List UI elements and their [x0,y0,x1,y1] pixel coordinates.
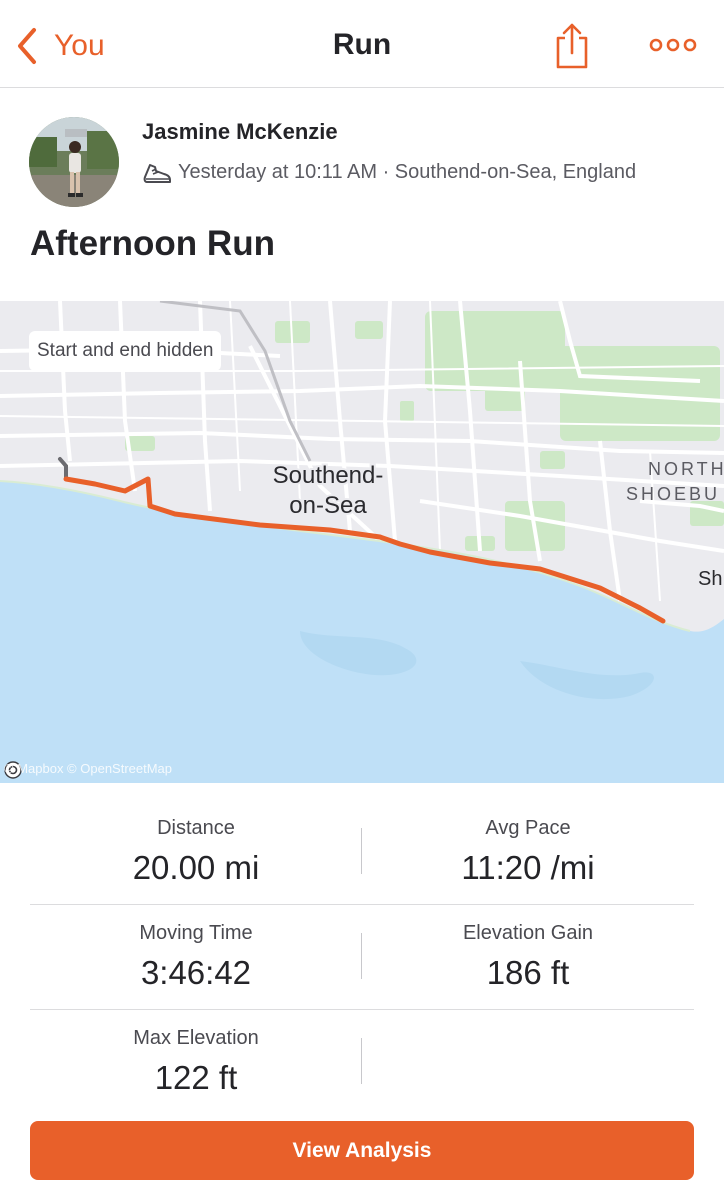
running-shoe-icon [143,164,171,183]
more-icon[interactable] [648,30,698,60]
stat-label: Avg Pace [485,817,571,839]
stat-value: 3:46:42 [140,954,252,991]
stats-panel: Distance 20.00 mi Avg Pace 11:20 /mi Mov… [30,800,694,1115]
activity-meta: Yesterday at 10:11 AM · Southend-on-Sea,… [142,157,636,187]
stats-row: Moving Time 3:46:42 Elevation Gain 186 f… [30,905,694,1010]
route-map[interactable]: Start and end hidden Southend- on-Sea NO… [0,301,724,783]
divider [361,1038,362,1084]
stat-label: Max Elevation [133,1027,259,1049]
privacy-chip: Start and end hidden [29,331,222,371]
stat-value: 122 ft [154,1059,238,1096]
stat-value: 11:20 /mi [461,849,595,886]
view-analysis-button[interactable]: View Analysis [30,1121,694,1180]
stat-label: Elevation Gain [462,922,594,944]
stats-row: Max Elevation 122 ft [30,1010,694,1115]
activity-title: Afternoon Run [30,224,275,263]
stat-label: Moving Time [139,922,253,944]
map-canvas [0,301,724,783]
nav-bar: You Run [0,0,724,88]
attribution-text: © Mapbox © OpenStreetMap [4,761,173,776]
stat-value: 20.00 mi [132,849,260,886]
stat-elevation-gain: Elevation Gain 186 ft [362,905,694,992]
page-title: Run [332,28,392,61]
avatar[interactable] [29,117,119,207]
stat-max-elevation: Max Elevation 122 ft [30,1010,362,1097]
athlete-name[interactable]: Jasmine McKenzie [142,119,338,145]
map-attribution[interactable]: © Mapbox © OpenStreetMap [4,761,173,779]
stats-row: Distance 20.00 mi Avg Pace 11:20 /mi [30,800,694,905]
stat-moving-time: Moving Time 3:46:42 [30,905,362,992]
stat-distance: Distance 20.00 mi [30,800,362,887]
stat-label: Distance [157,817,235,839]
share-icon[interactable] [552,22,592,70]
stat-value: 186 ft [486,954,570,991]
stat-avg-pace: Avg Pace 11:20 /mi [362,800,694,887]
activity-date-location: Yesterday at 10:11 AM · Southend-on-Sea,… [178,160,637,183]
